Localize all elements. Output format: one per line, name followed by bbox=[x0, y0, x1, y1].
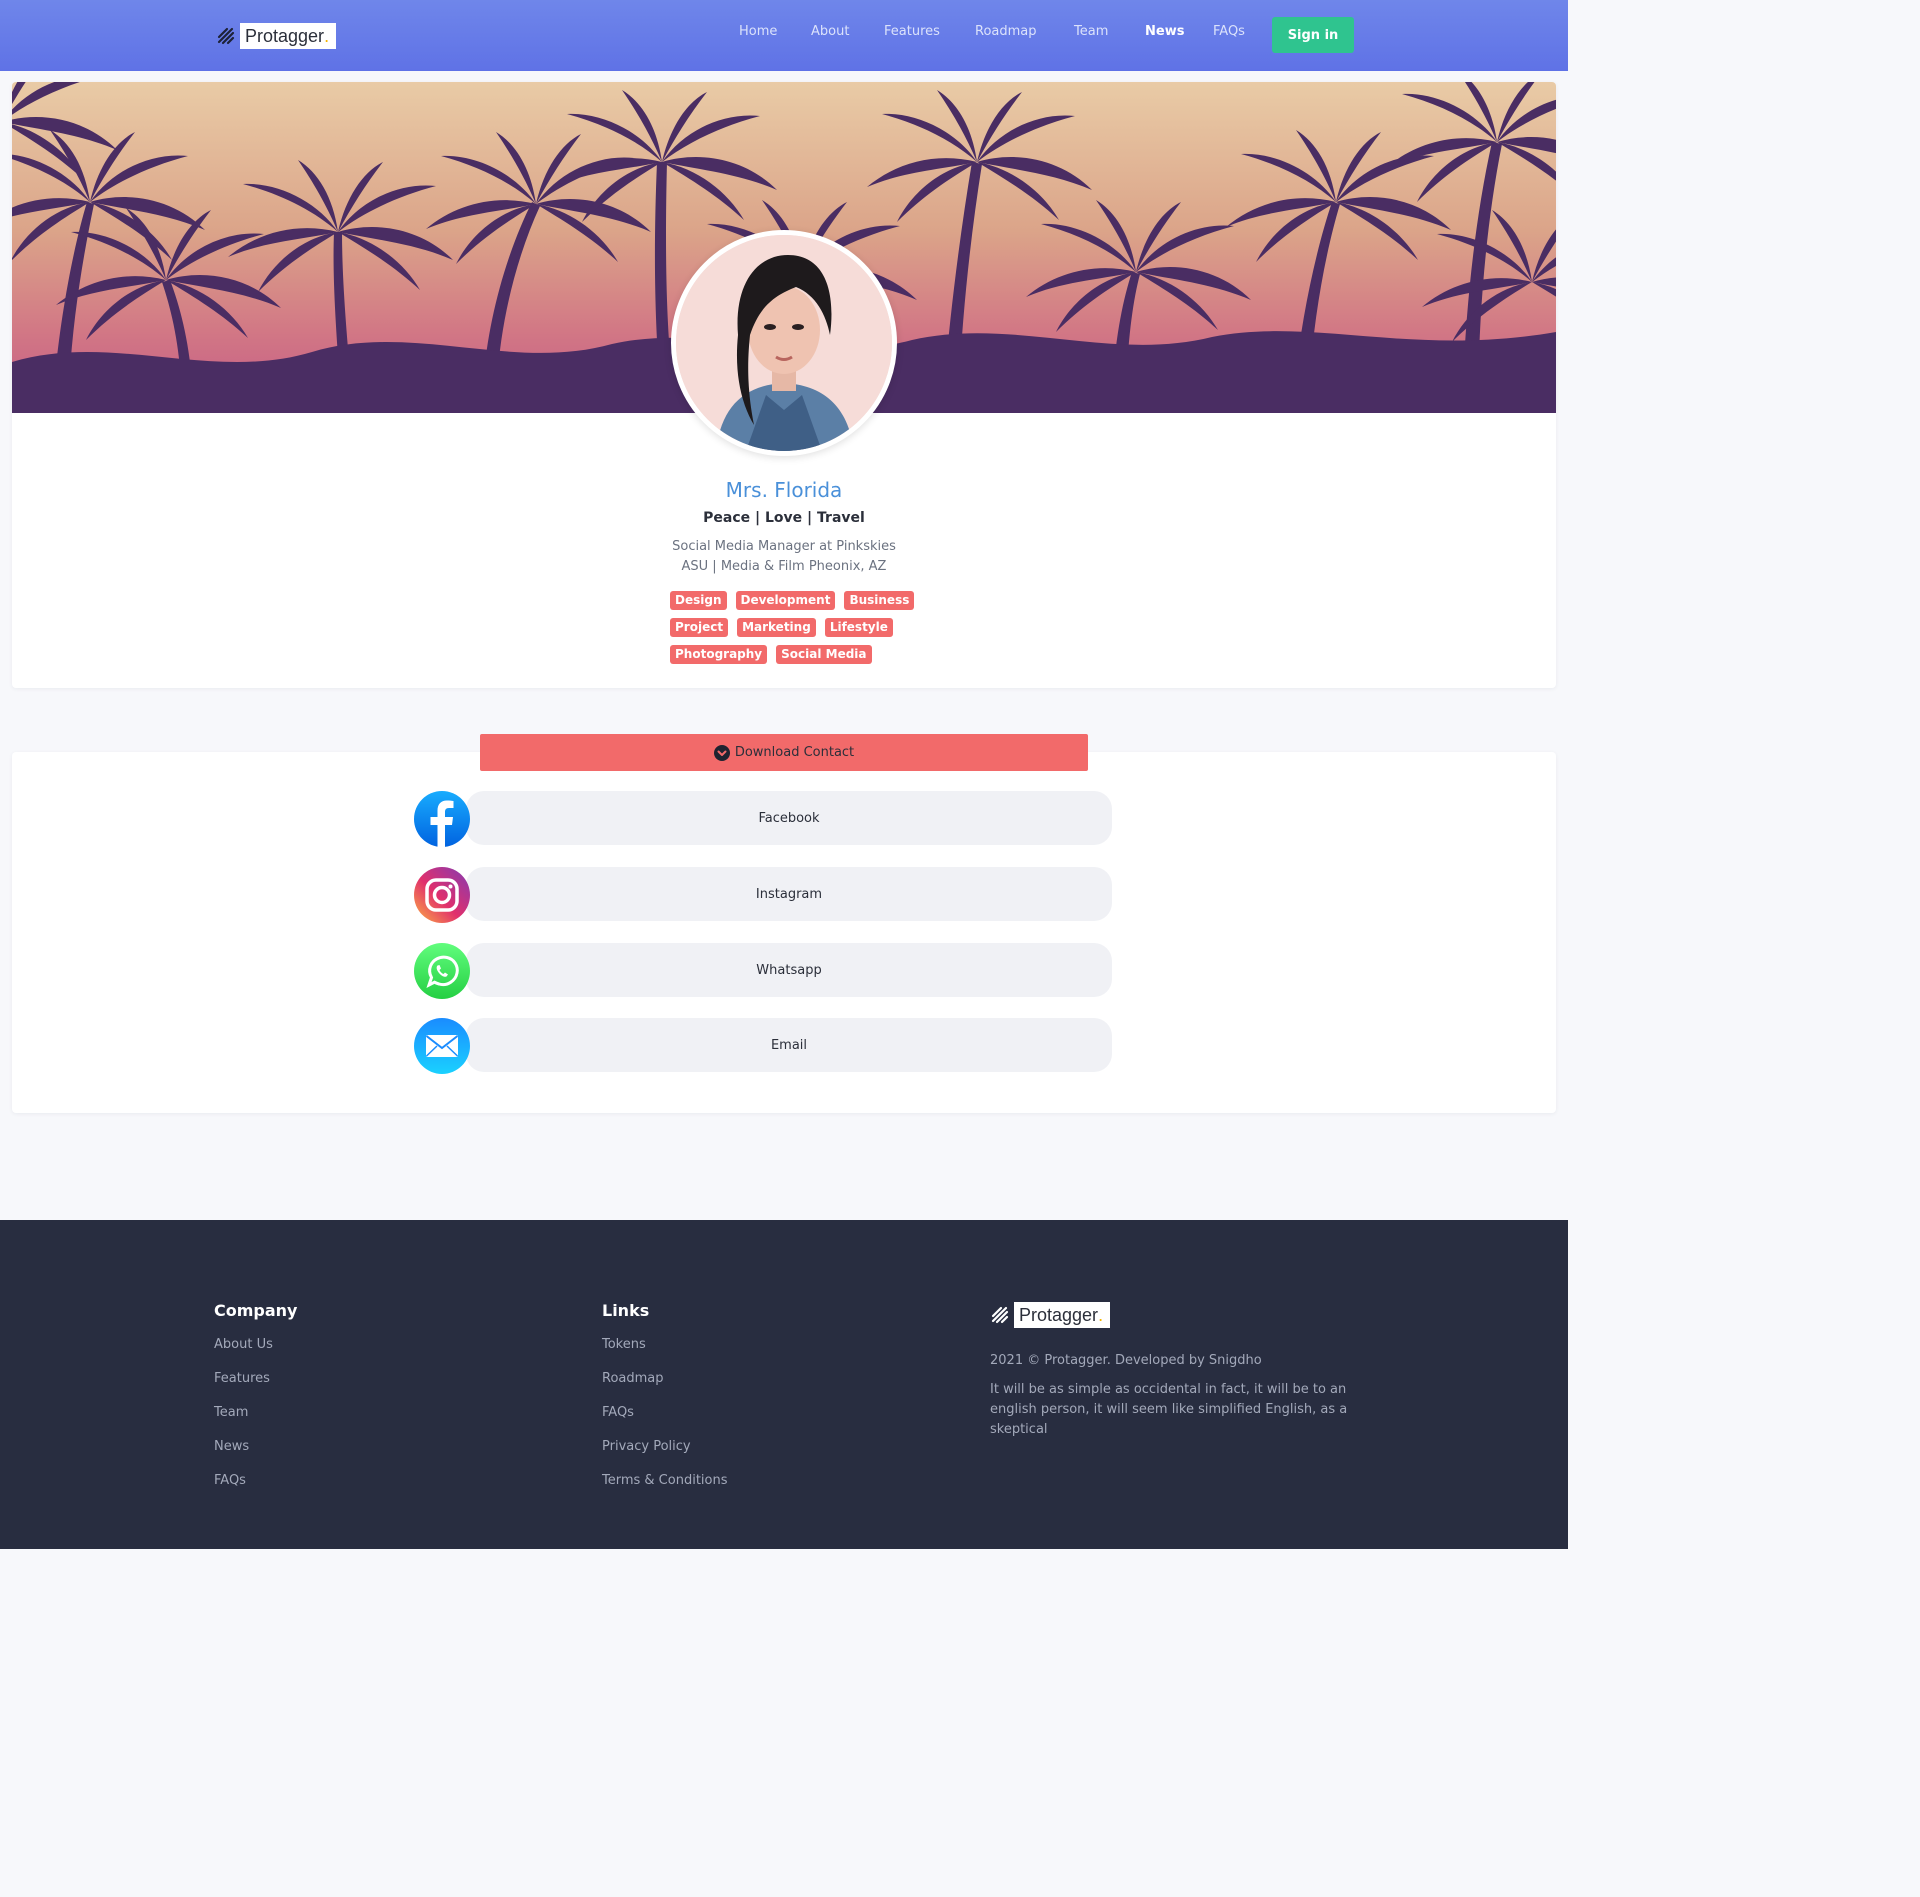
nav-link-about[interactable]: About bbox=[811, 24, 849, 39]
email-icon[interactable] bbox=[412, 1016, 472, 1076]
whatsapp-icon[interactable] bbox=[412, 941, 472, 1001]
profile-card: Mrs. Florida Peace | Love | Travel Socia… bbox=[12, 82, 1556, 688]
footer-link-about-us[interactable]: About Us bbox=[214, 1336, 297, 1370]
top-navbar: Protagger. Home About Features Roadmap T… bbox=[0, 0, 1568, 71]
tag[interactable]: Project bbox=[670, 618, 729, 637]
brand-dot: . bbox=[1098, 1304, 1104, 1325]
footer-column-title: Links bbox=[602, 1301, 650, 1320]
facebook-link-button[interactable]: Facebook bbox=[466, 791, 1112, 845]
tag[interactable]: Business bbox=[844, 591, 915, 610]
logo-mark-icon bbox=[991, 1306, 1009, 1324]
social-link-facebook: Facebook bbox=[412, 791, 1112, 847]
footer-link-terms-conditions[interactable]: Terms & Conditions bbox=[602, 1472, 728, 1506]
footer-brand-logo[interactable]: Protagger. bbox=[990, 1302, 1111, 1328]
profile-avatar bbox=[671, 230, 897, 456]
nav-link-home[interactable]: Home bbox=[739, 24, 777, 39]
site-footer: Company About Us Features Team News FAQs… bbox=[0, 1220, 1568, 1549]
nav-link-features[interactable]: Features bbox=[884, 24, 940, 39]
profile-bio: Social Media Manager at Pinkskies ASU | … bbox=[12, 537, 1556, 577]
social-link-email: Email bbox=[412, 1018, 1112, 1074]
instagram-icon[interactable] bbox=[412, 865, 472, 925]
nav-link-news[interactable]: News bbox=[1145, 24, 1184, 39]
nav-link-team[interactable]: Team bbox=[1074, 24, 1108, 39]
footer-logo-wordmark: Protagger. bbox=[1014, 1302, 1111, 1328]
tag[interactable]: Photography bbox=[670, 645, 768, 664]
tag[interactable]: Development bbox=[735, 591, 836, 610]
social-link-whatsapp: Whatsapp bbox=[412, 943, 1112, 999]
footer-copyright: 2021 © Protagger. Developed by Snigdho bbox=[990, 1353, 1262, 1368]
portrait-illustration bbox=[676, 235, 892, 451]
footer-link-tokens[interactable]: Tokens bbox=[602, 1336, 728, 1370]
nav-link-faqs[interactable]: FAQs bbox=[1213, 24, 1245, 39]
social-link-instagram: Instagram bbox=[412, 867, 1112, 923]
whatsapp-link-button[interactable]: Whatsapp bbox=[466, 943, 1112, 997]
footer-link-team[interactable]: Team bbox=[214, 1404, 297, 1438]
interest-tags: Design Development Business Project Mark… bbox=[670, 591, 930, 672]
profile-bio-line: ASU | Media & Film Pheonix, AZ bbox=[681, 559, 887, 574]
brand-name: Protagger bbox=[1019, 1304, 1099, 1325]
tag[interactable]: Lifestyle bbox=[824, 618, 893, 637]
footer-column-title: Company bbox=[214, 1301, 298, 1320]
footer-link-news[interactable]: News bbox=[214, 1438, 297, 1472]
footer-link-roadmap[interactable]: Roadmap bbox=[602, 1370, 728, 1404]
facebook-icon[interactable] bbox=[412, 789, 472, 849]
download-contact-button[interactable]: Download Contact bbox=[480, 734, 1088, 771]
footer-links-column: Links Tokens Roadmap FAQs Privacy Policy… bbox=[602, 1301, 728, 1506]
profile-bio-line: Social Media Manager at Pinkskies bbox=[672, 539, 896, 554]
footer-link-faqs[interactable]: FAQs bbox=[602, 1404, 728, 1438]
profile-tagline: Peace | Love | Travel bbox=[703, 510, 865, 526]
download-contact-label: Download Contact bbox=[734, 745, 855, 760]
tag[interactable]: Marketing bbox=[737, 618, 816, 637]
chevron-down-circle-icon bbox=[713, 744, 730, 761]
sign-in-button[interactable]: Sign in bbox=[1272, 17, 1354, 53]
email-link-button[interactable]: Email bbox=[466, 1018, 1112, 1072]
footer-link-privacy-policy[interactable]: Privacy Policy bbox=[602, 1438, 728, 1472]
profile-name: Mrs. Florida bbox=[725, 478, 843, 502]
instagram-link-button[interactable]: Instagram bbox=[466, 867, 1112, 921]
footer-link-faqs[interactable]: FAQs bbox=[214, 1472, 297, 1506]
tag[interactable]: Design bbox=[670, 591, 727, 610]
footer-description: It will be as simple as occidental in fa… bbox=[990, 1382, 1348, 1437]
nav-link-roadmap[interactable]: Roadmap bbox=[975, 24, 1037, 39]
footer-link-features[interactable]: Features bbox=[214, 1370, 297, 1404]
tag[interactable]: Social Media bbox=[776, 645, 872, 664]
footer-company-column: Company About Us Features Team News FAQs bbox=[214, 1301, 297, 1506]
